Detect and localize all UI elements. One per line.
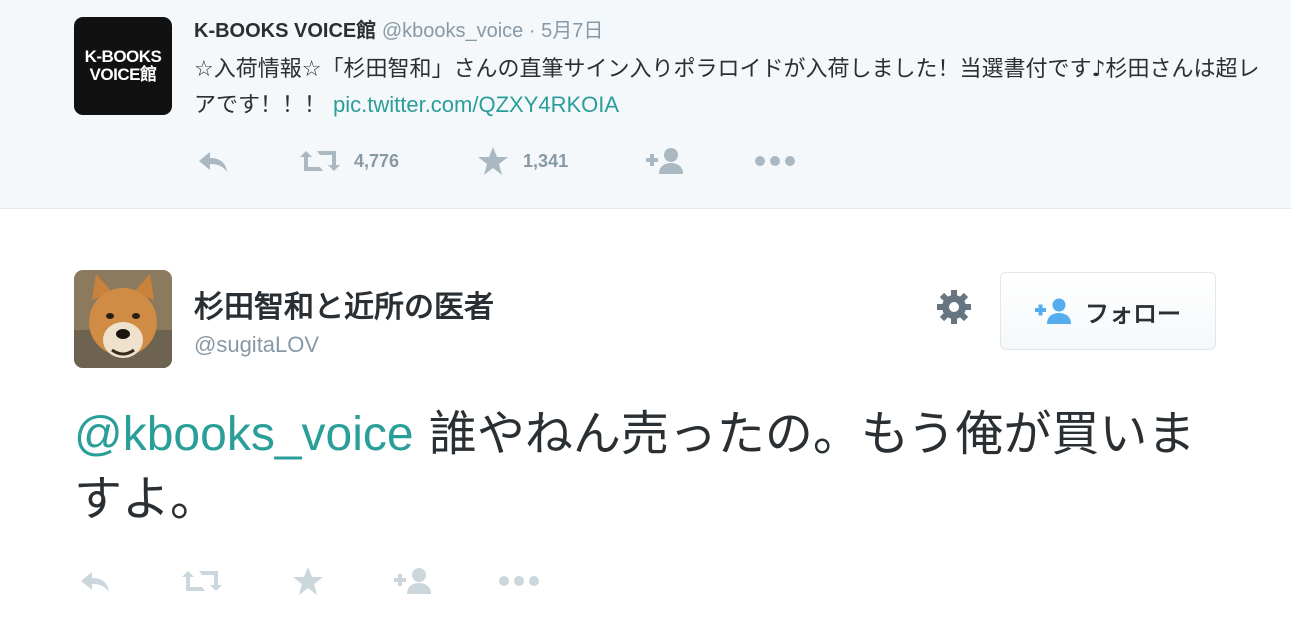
dog-avatar-image [74, 270, 172, 368]
gear-icon [937, 290, 971, 324]
favorite-icon [478, 147, 509, 175]
follow-icon [646, 148, 684, 174]
retweet-button[interactable] [182, 567, 222, 595]
context-tweet-text: ☆入荷情報☆「杉田智和」さんの直筆サイン入りポラロイドが入荷しました！当選書付で… [194, 52, 1274, 123]
more-button[interactable] [498, 575, 540, 587]
more-icon [755, 156, 796, 166]
retweet-icon [182, 571, 222, 591]
follow-action[interactable] [646, 147, 686, 175]
retweet-icon [300, 151, 340, 171]
more-icon [499, 576, 539, 586]
context-author-handle[interactable]: @kbooks_voice [382, 20, 523, 42]
context-tweet-link[interactable]: pic.twitter.com/QZXY4RKOIA [333, 92, 619, 117]
context-author-name[interactable]: K-BOOKS VOICE館 [194, 20, 376, 42]
favorite-count: 1,341 [523, 150, 569, 171]
retweet-count: 4,776 [354, 150, 400, 171]
reply-button[interactable] [196, 147, 230, 175]
context-tweet-date[interactable]: 5月7日 [541, 20, 603, 42]
favorite-button[interactable]: 1,341 [477, 146, 568, 176]
context-tweet-actions: 4,776 1,341 [196, 146, 796, 176]
reply-icon [199, 152, 227, 172]
main-tweet-actions [78, 566, 540, 596]
reply-icon [81, 572, 109, 592]
follow-action[interactable] [394, 567, 434, 595]
header-separator: · [528, 20, 536, 42]
main-author-handle[interactable]: @sugitaLOV [194, 332, 319, 358]
context-avatar[interactable]: K-BOOKS VOICE館 [74, 17, 172, 115]
settings-button[interactable] [934, 287, 974, 327]
context-tweet-header: K-BOOKS VOICE館 @kbooks_voice · 5月7日 [194, 14, 603, 43]
main-tweet-text: @kbooks_voice 誰やねん売ったの。もう俺が買いますよ。 [74, 402, 1234, 531]
main-author-name[interactable]: 杉田智和と近所の医者 [194, 282, 494, 326]
mention-link[interactable]: @kbooks_voice [74, 408, 414, 461]
avatar-line-1: K-BOOKS [84, 47, 162, 67]
avatar-line-2: VOICE館 [89, 65, 157, 84]
follow-button-label: フォロー [1085, 299, 1181, 328]
more-button[interactable] [754, 155, 796, 167]
follow-button[interactable]: フォロー [1000, 272, 1216, 350]
reply-button[interactable] [78, 567, 112, 595]
main-avatar[interactable] [74, 270, 172, 368]
favorite-button[interactable] [292, 566, 324, 596]
follow-icon [394, 568, 431, 594]
favorite-icon [293, 567, 323, 595]
follow-plus-icon [1035, 298, 1071, 324]
context-tweet: K-BOOKS VOICE館 K-BOOKS VOICE館 @kbooks_vo… [0, 0, 1291, 209]
retweet-button[interactable]: 4,776 [300, 147, 399, 175]
